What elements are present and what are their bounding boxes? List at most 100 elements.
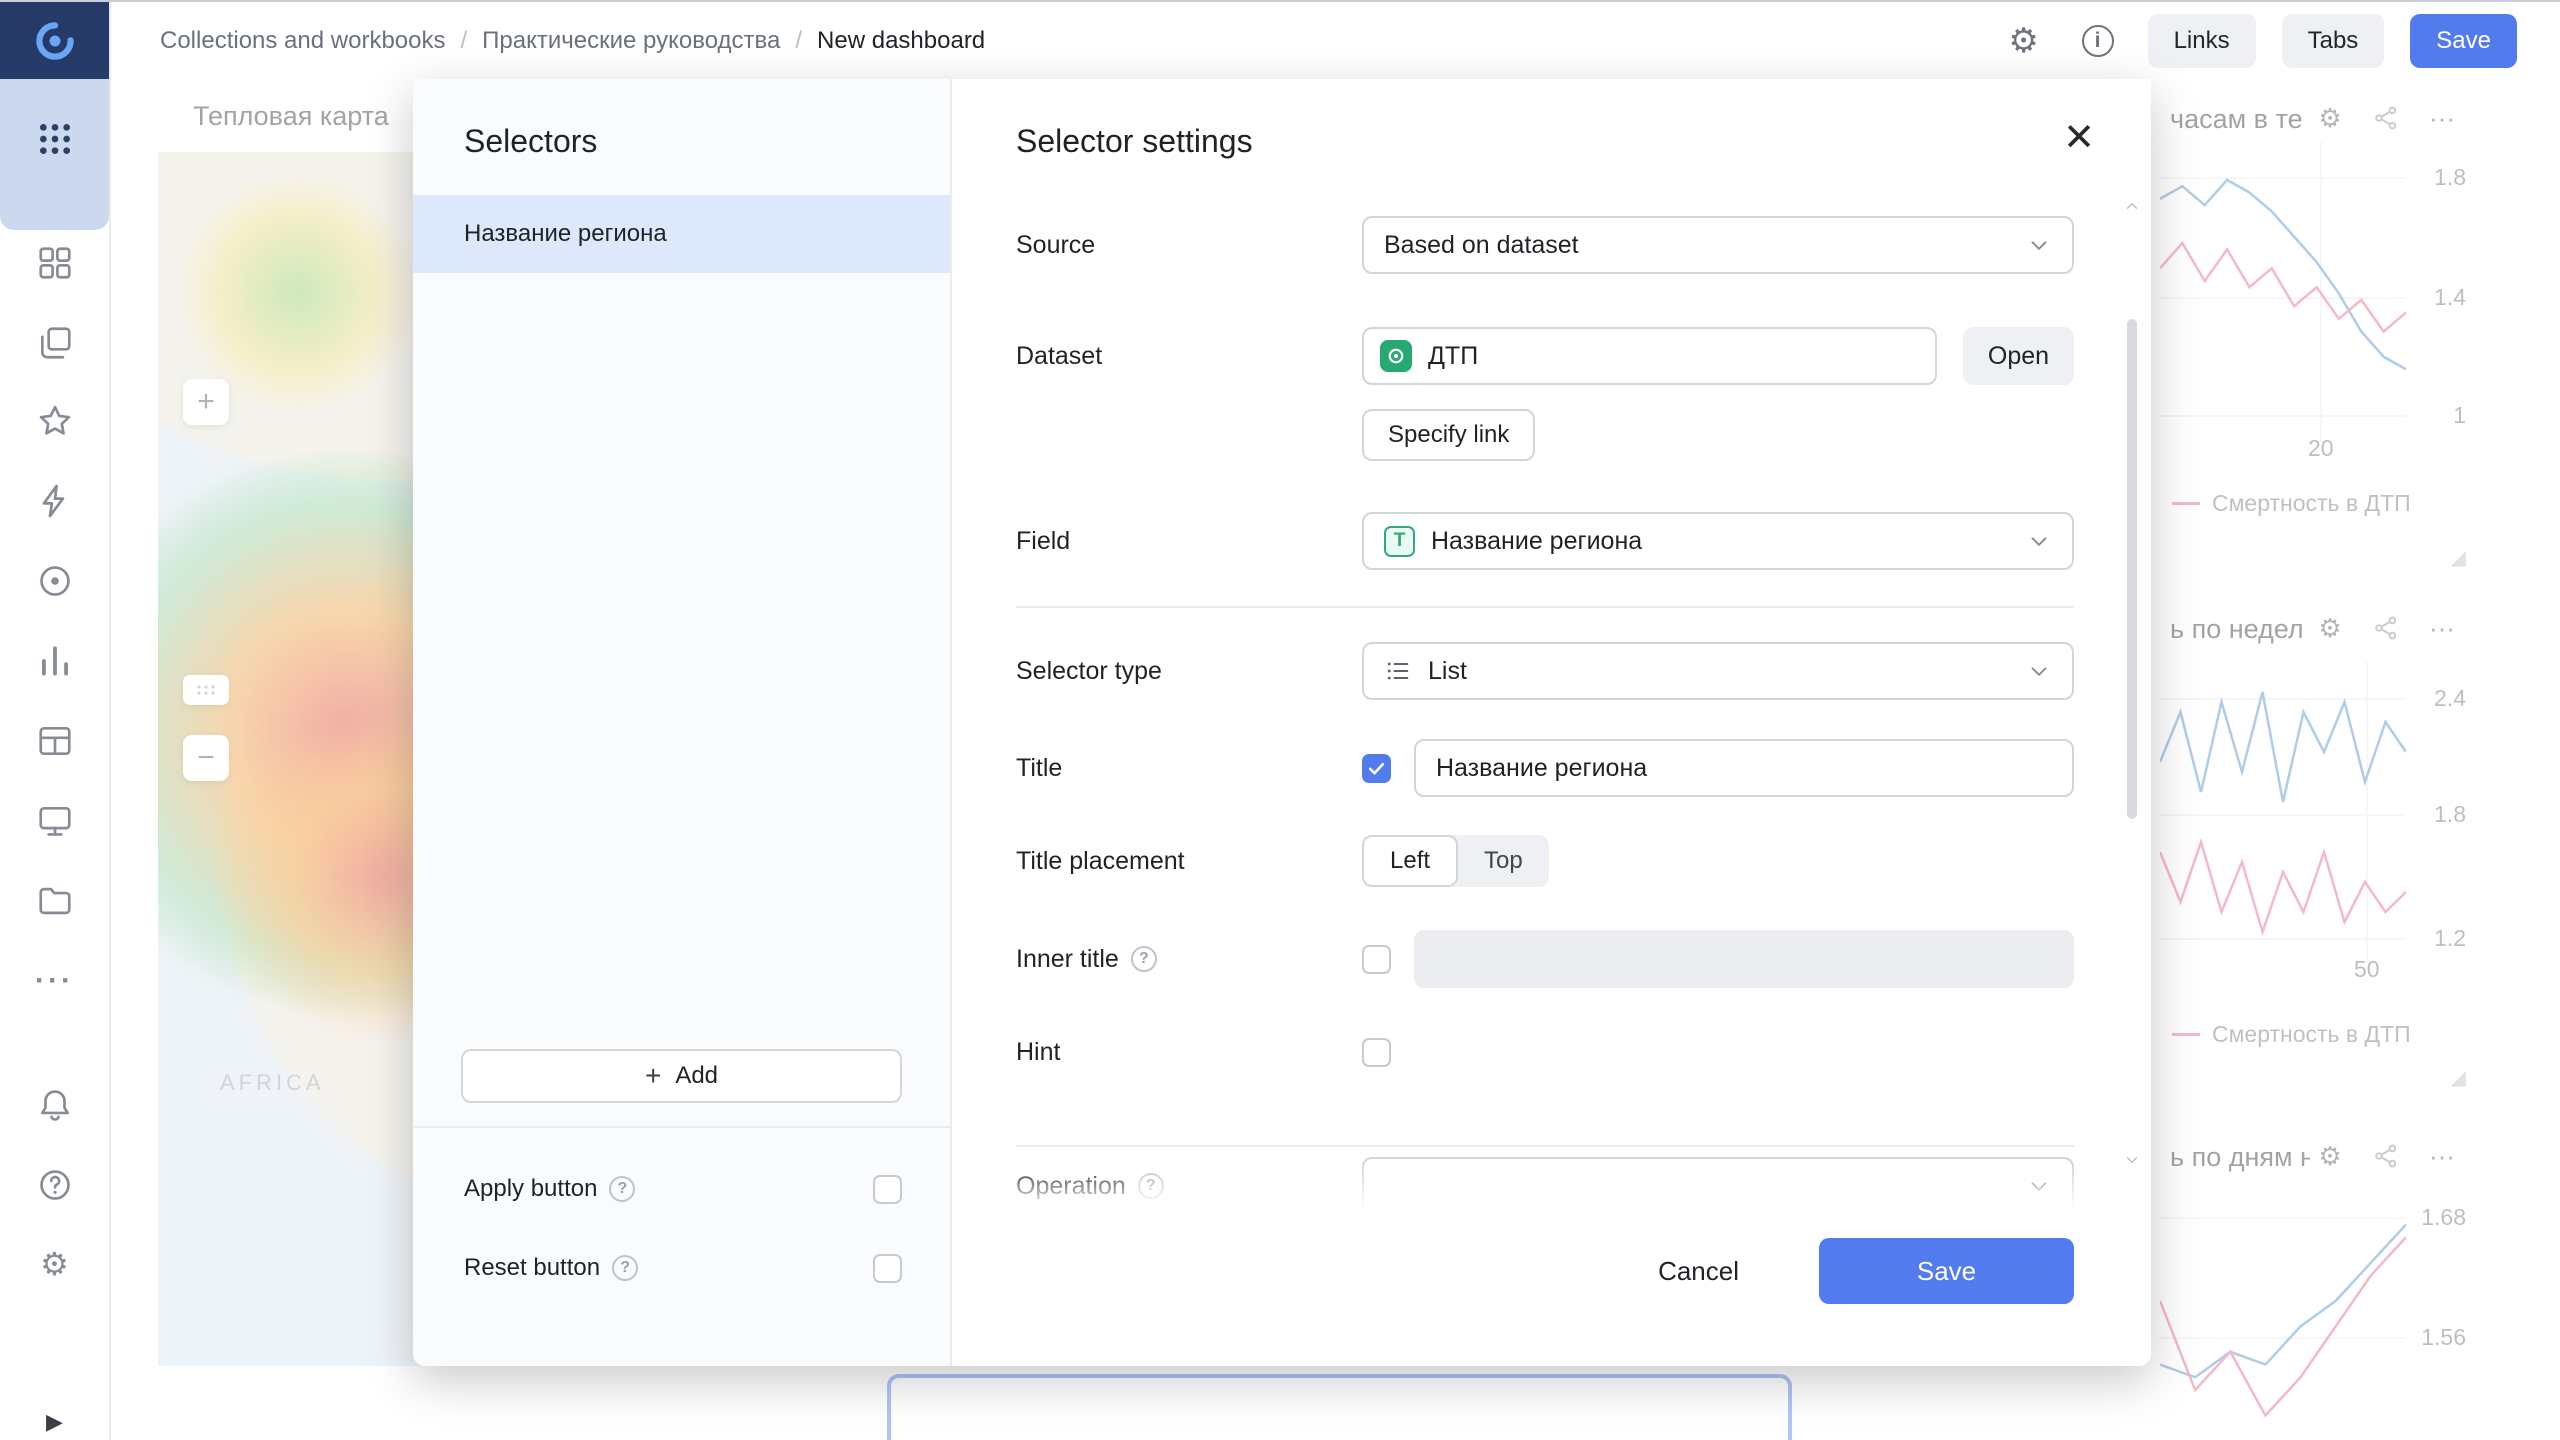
- help-icon[interactable]: ?: [1138, 1173, 1164, 1199]
- bell-icon: [36, 1086, 74, 1124]
- topbar: Collections and workbooks / Практические…: [111, 2, 2560, 79]
- dialog-save-button[interactable]: Save: [1819, 1238, 2074, 1304]
- breadcrumb-workbook[interactable]: Практические руководства: [482, 27, 780, 55]
- settings-title: Selector settings: [1016, 123, 1253, 160]
- more-icon: ···: [35, 964, 74, 998]
- inner-title-label: Inner title ?: [1016, 945, 1362, 974]
- sidebar-item-charts[interactable]: [32, 638, 78, 684]
- tabs-button[interactable]: Tabs: [2282, 14, 2385, 68]
- reset-button-checkbox[interactable]: [873, 1254, 902, 1283]
- selector-type-row: Selector type List: [1016, 642, 2074, 700]
- app-root: ··· ⚙ ▶ Collections and workbooks / Прак…: [0, 0, 2560, 1440]
- breadcrumb-current: New dashboard: [817, 27, 985, 55]
- lightning-icon: [36, 482, 74, 520]
- inner-title-checkbox[interactable]: [1362, 945, 1391, 974]
- dataset-icon: [1380, 340, 1412, 372]
- scroll-down-arrow[interactable]: [2123, 1151, 2141, 1169]
- breadcrumb: Collections and workbooks / Практические…: [160, 27, 985, 55]
- dataset-label: Dataset: [1016, 342, 1362, 371]
- reset-button-label: Reset button: [464, 1254, 600, 1282]
- sidebar-item-notifications[interactable]: [32, 1082, 78, 1128]
- breadcrumb-collections[interactable]: Collections and workbooks: [160, 27, 445, 55]
- specify-link-row: Specify link: [1016, 409, 2074, 461]
- open-dataset-button[interactable]: Open: [1963, 327, 2074, 385]
- help-icon[interactable]: ?: [612, 1255, 638, 1281]
- dataset-value: ДТП: [1428, 342, 1478, 371]
- section-divider: [1016, 1145, 2074, 1147]
- scrollbar-thumb[interactable]: [2127, 319, 2137, 819]
- breadcrumb-separator: /: [460, 27, 467, 55]
- table-icon: [36, 722, 74, 760]
- header-save-button[interactable]: Save: [2410, 14, 2517, 68]
- placement-left-option[interactable]: Left: [1362, 835, 1458, 887]
- title-input[interactable]: [1414, 739, 2074, 797]
- breadcrumb-separator: /: [795, 27, 802, 55]
- sidebar-item-editor[interactable]: [32, 478, 78, 524]
- gear-icon: ⚙: [40, 1248, 69, 1280]
- sidebar-item-monitoring[interactable]: [32, 558, 78, 604]
- topbar-actions: ⚙ i Links Tabs Save: [2000, 14, 2517, 68]
- check-icon: [1367, 759, 1386, 778]
- help-icon: [36, 1166, 74, 1204]
- selectors-dialog: Selectors Название региона + Add Apply b…: [413, 79, 2151, 1366]
- inner-title-row: Inner title ?: [1016, 930, 2074, 988]
- specify-link-button[interactable]: Specify link: [1362, 409, 1535, 461]
- sidebar-item-collections[interactable]: [32, 878, 78, 924]
- selectors-panel-title: Selectors: [464, 123, 597, 160]
- folder-icon: [36, 882, 74, 920]
- sidebar-item-help[interactable]: [32, 1162, 78, 1208]
- sidebar-item-more[interactable]: ···: [32, 958, 78, 1004]
- apps-grid-button[interactable]: [0, 79, 109, 230]
- selector-type-value: List: [1428, 657, 2010, 686]
- source-select[interactable]: Based on dataset: [1362, 216, 2074, 274]
- operation-row: Operation ?: [1016, 1157, 2074, 1215]
- field-value: Название региона: [1431, 527, 2010, 556]
- reset-button-row: Reset button ?: [464, 1241, 902, 1295]
- scroll-up-arrow[interactable]: [2123, 197, 2141, 215]
- title-row: Title: [1016, 739, 2074, 797]
- sidebar-item-settings[interactable]: ⚙: [32, 1241, 78, 1287]
- chevron-down-icon: [2026, 528, 2052, 554]
- selector-type-label: Selector type: [1016, 657, 1362, 686]
- close-icon[interactable]: ✕: [2063, 119, 2095, 157]
- sidebar-item-presentations[interactable]: [32, 798, 78, 844]
- workbooks-icon: [36, 324, 74, 362]
- add-selector-label: Add: [675, 1062, 718, 1090]
- sidebar-item-favorites[interactable]: [32, 398, 78, 444]
- apply-button-label: Apply button: [464, 1175, 597, 1203]
- title-checkbox[interactable]: [1362, 754, 1391, 783]
- dataset-select[interactable]: ДТП: [1362, 327, 1937, 385]
- info-icon: i: [2082, 25, 2114, 57]
- chevron-down-icon: [2026, 658, 2052, 684]
- plus-icon: +: [645, 1062, 661, 1090]
- title-placement-segmented: Left Top: [1362, 835, 1549, 887]
- sidebar-item-workbooks[interactable]: [32, 320, 78, 366]
- string-field-type-icon: T: [1384, 526, 1415, 557]
- selector-type-select[interactable]: List: [1362, 642, 2074, 700]
- sidebar-logo-block[interactable]: [0, 2, 109, 79]
- chevron-down-icon: [2026, 232, 2052, 258]
- selector-list-item[interactable]: Название региона: [413, 195, 950, 273]
- help-icon[interactable]: ?: [609, 1176, 635, 1202]
- hint-checkbox[interactable]: [1362, 1038, 1391, 1067]
- operation-select[interactable]: [1362, 1157, 2074, 1215]
- star-icon: [36, 402, 74, 440]
- chevron-down-icon: [2026, 1173, 2052, 1199]
- header-settings-button[interactable]: ⚙: [2000, 17, 2048, 65]
- apps-grid-icon: [35, 119, 75, 159]
- inner-title-input[interactable]: [1414, 930, 2074, 988]
- list-icon: [1384, 657, 1412, 685]
- sidebar: ··· ⚙ ▶: [0, 2, 111, 1440]
- sidebar-expand-button[interactable]: ▶: [32, 1399, 78, 1440]
- sidebar-item-datasets[interactable]: [32, 718, 78, 764]
- help-icon[interactable]: ?: [1131, 946, 1157, 972]
- add-selector-button[interactable]: + Add: [461, 1049, 902, 1103]
- sidebar-item-dashboards[interactable]: [32, 240, 78, 286]
- links-button[interactable]: Links: [2148, 14, 2256, 68]
- apply-button-checkbox[interactable]: [873, 1175, 902, 1204]
- field-select[interactable]: T Название региона: [1362, 512, 2074, 570]
- cancel-button[interactable]: Cancel: [1658, 1238, 1739, 1304]
- selectors-panel-options: Apply button ? Reset button ?: [413, 1126, 950, 1366]
- header-info-button[interactable]: i: [2074, 17, 2122, 65]
- placement-top-option[interactable]: Top: [1458, 835, 1549, 887]
